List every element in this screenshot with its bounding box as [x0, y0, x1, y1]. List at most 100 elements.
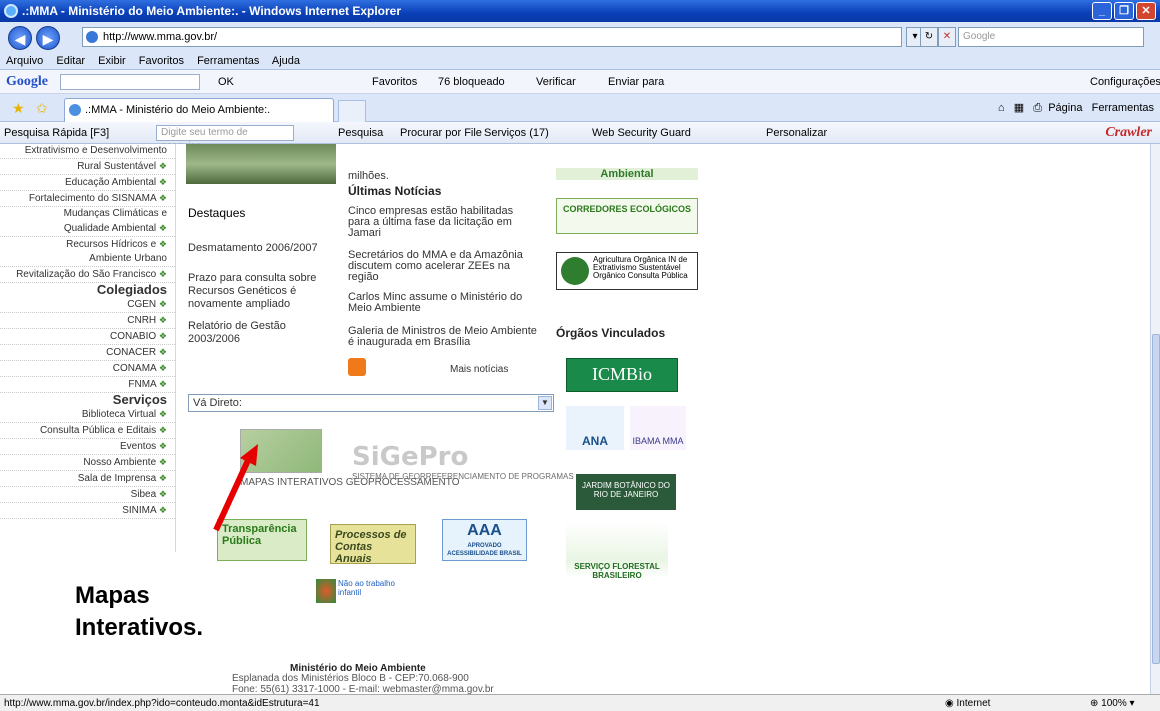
search-input[interactable]: Google	[958, 27, 1144, 47]
favoritos-button[interactable]: Favoritos	[372, 70, 417, 94]
procurar-file-button[interactable]: Procurar por File	[400, 122, 482, 144]
sidebar-item-cgen[interactable]: CGEN ❖	[0, 297, 175, 313]
close-button[interactable]: ✕	[1136, 2, 1156, 20]
new-tab-button[interactable]	[338, 100, 366, 122]
web-security-guard-button[interactable]: Web Security Guard	[592, 122, 691, 144]
sidebar-item-consulta[interactable]: Consulta Pública e Editais ❖	[0, 423, 175, 439]
tab-mma[interactable]: .:MMA - Ministério do Meio Ambiente:.	[64, 98, 334, 122]
sidebar-item[interactable]: Qualidade Ambiental ❖	[0, 221, 175, 237]
sidebar-item-fnma[interactable]: FNMA ❖	[0, 377, 175, 393]
va-direto-select[interactable]: Vá Direto: ▼	[188, 394, 554, 412]
sidebar-item[interactable]: Rural Sustentável ❖	[0, 159, 175, 175]
favorites-star-icon[interactable]: ★	[12, 100, 25, 117]
pesquisa-button[interactable]: Pesquisa	[338, 122, 383, 144]
sidebar-item-conama[interactable]: CONAMA ❖	[0, 361, 175, 377]
forward-button[interactable]: ▶	[36, 26, 60, 50]
menu-favoritos[interactable]: Favoritos	[139, 55, 184, 67]
acessibilidade-badge[interactable]: AAA APROVADO ACESSIBILIDADE BRASIL	[442, 519, 527, 561]
title-bar: .:MMA - Ministério do Meio Ambiente:. - …	[0, 0, 1160, 22]
news-link[interactable]: Secretários do MMA e da Amazônia discute…	[348, 250, 538, 283]
home-icon[interactable]: ⌂	[998, 102, 1005, 114]
print-icon[interactable]: ⎙	[1033, 102, 1042, 114]
servico-florestal-logo[interactable]: SERVIÇO FLORESTAL BRASILEIRO	[566, 522, 668, 580]
sidebar-item-biblioteca[interactable]: Biblioteca Virtual ❖	[0, 407, 175, 423]
address-bar[interactable]: http://www.mma.gov.br/	[82, 27, 902, 47]
processos-banner[interactable]: Processos de Contas Anuais	[330, 524, 416, 565]
crawler-search-input[interactable]: Digite seu termo de pesquisa...	[156, 125, 294, 152]
news-link[interactable]: Carlos Minc assume o Ministério do Meio …	[348, 292, 538, 314]
window-title: .:MMA - Ministério do Meio Ambiente:. - …	[22, 4, 402, 18]
destaque-link[interactable]: Desmatamento 2006/2007	[188, 242, 336, 255]
configuracoes-button[interactable]: Configurações	[1090, 70, 1160, 94]
menu-editar[interactable]: Editar	[56, 55, 85, 67]
news-link[interactable]: Cinco empresas estão habilitadas para a …	[348, 206, 538, 239]
sidebar-item[interactable]: Ambiente Urbano	[0, 252, 175, 267]
sidebar-item[interactable]: Educação Ambiental ❖	[0, 175, 175, 191]
scrollbar-thumb[interactable]	[1152, 334, 1160, 664]
vertical-scrollbar[interactable]	[1150, 144, 1160, 694]
sidebar-item-cnrh[interactable]: CNRH ❖	[0, 313, 175, 329]
mapas-interativos-annotation: Mapas Interativos.	[75, 582, 204, 641]
sidebar-item[interactable]: Recursos Hídricos e ❖	[0, 237, 175, 252]
sidebar-item[interactable]: Fortalecimento do SISNAMA ❖	[0, 191, 175, 207]
back-button[interactable]: ◀	[8, 26, 32, 50]
refresh-button[interactable]: ↻	[920, 27, 938, 47]
jardim-botanico-logo[interactable]: JARDIM BOTÂNICO DO RIO DE JANEIRO	[576, 474, 676, 510]
sidebar-item[interactable]: Extrativismo e Desenvolvimento	[0, 144, 175, 159]
educacao-ambiental-banner[interactable]: Ambiental	[556, 168, 698, 180]
quick-search-button[interactable]: Pesquisa Rápida [F3]	[4, 122, 109, 144]
minimize-button[interactable]: _	[1092, 2, 1112, 20]
sidebar-item-eventos[interactable]: Eventos ❖	[0, 439, 175, 455]
servicos-heading: Serviços	[112, 392, 167, 407]
chevron-down-icon: ▼	[538, 396, 552, 410]
aaa-sub: APROVADO ACESSIBILIDADE BRASIL	[447, 543, 522, 557]
sidebar-item-sibea[interactable]: Sibea ❖	[0, 487, 175, 503]
page-icon	[86, 31, 98, 43]
page-menu[interactable]: Página	[1048, 102, 1082, 114]
mais-noticias-link[interactable]: Mais notícias	[450, 364, 508, 375]
sidebar-item-conabio[interactable]: CONABIO ❖	[0, 329, 175, 345]
google-ok-button[interactable]: OK	[218, 70, 234, 94]
menu-exibir[interactable]: Exibir	[98, 55, 126, 67]
sidebar-item-sinima[interactable]: SINIMA ❖	[0, 503, 175, 519]
add-favorite-icon[interactable]: ✩	[36, 100, 48, 117]
zoom-level[interactable]: ⊕ 100% ▾	[1090, 695, 1135, 711]
personalizar-button[interactable]: Personalizar	[766, 122, 827, 144]
tabs-row: ★ ✩ .:MMA - Ministério do Meio Ambiente:…	[0, 94, 1160, 122]
ana-logo[interactable]: ANA	[566, 406, 624, 450]
menu-ferramentas[interactable]: Ferramentas	[197, 55, 259, 67]
sidebar-item-nosso-ambiente[interactable]: Nosso Ambiente ❖	[0, 455, 175, 471]
servicos-button[interactable]: Serviços (17)	[484, 122, 549, 144]
destaque-link[interactable]: Relatório de Gestão 2003/2006	[188, 320, 336, 346]
tools-menu[interactable]: Ferramentas	[1092, 102, 1154, 114]
sidebar-item[interactable]: Revitalização do São Francisco ❖	[0, 267, 175, 283]
sidebar-item-conacer[interactable]: CONACER ❖	[0, 345, 175, 361]
enviar-para-button[interactable]: Enviar para	[608, 70, 664, 94]
maximize-button[interactable]: ❐	[1114, 2, 1134, 20]
crawler-toolbar: Pesquisa Rápida [F3] Digite seu termo de…	[0, 122, 1160, 152]
icmbio-logo[interactable]: ICMBio	[566, 358, 678, 392]
google-logo: Google	[6, 74, 48, 89]
news-link[interactable]: Galeria de Ministros de Meio Ambiente é …	[348, 326, 538, 348]
corredores-ecologicos-banner[interactable]: CORREDORES ECOLÓGICOS	[556, 198, 698, 234]
popup-blocked-button[interactable]: 76 bloqueado	[438, 70, 505, 94]
rss-icon[interactable]	[348, 358, 366, 376]
ibama-logo[interactable]: IBAMA MMA	[630, 406, 686, 450]
page-content: Extrativismo e Desenvolvimento Rural Sus…	[0, 144, 1150, 694]
menu-arquivo[interactable]: Arquivo	[6, 55, 43, 67]
feeds-icon[interactable]: ▦	[1014, 102, 1024, 114]
sidebar-item[interactable]: Mudanças Climáticas e	[0, 207, 175, 221]
destaque-link[interactable]: Prazo para consulta sobre Recursos Genét…	[188, 272, 336, 311]
google-search-input[interactable]	[60, 74, 200, 90]
verificar-button[interactable]: Verificar	[536, 70, 576, 94]
aaa-label: AAA	[467, 522, 502, 539]
tab-label: .:MMA - Ministério do Meio Ambiente:.	[85, 104, 271, 116]
menu-ajuda[interactable]: Ajuda	[272, 55, 300, 67]
sidebar: Extrativismo e Desenvolvimento Rural Sus…	[0, 144, 176, 552]
agricultura-organica-banner[interactable]: Agricultura Orgânica IN de Extrativismo …	[556, 252, 698, 290]
tab-favicon	[69, 104, 81, 116]
nao-trabalho-infantil-banner[interactable]: Não ao trabalho infantil	[316, 579, 396, 607]
sigepro-logo[interactable]: SiGePro	[352, 442, 468, 472]
sidebar-item-sala-imprensa[interactable]: Sala de Imprensa ❖	[0, 471, 175, 487]
stop-button[interactable]: ✕	[938, 27, 956, 47]
